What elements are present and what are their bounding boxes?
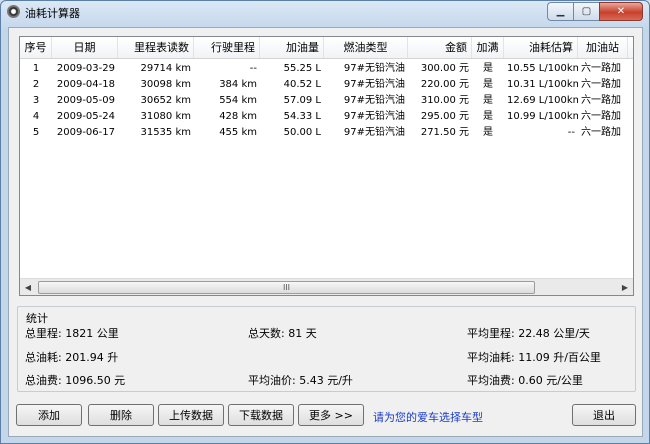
minimize-icon: ▁ [556, 6, 565, 17]
table-cell: 30652 km [140, 95, 191, 106]
table-cell: 2009-05-09 [56, 95, 115, 106]
table-cell: 六一路加 [581, 95, 621, 106]
column-header[interactable]: 金额 [408, 37, 472, 58]
column-header[interactable]: 加油量 [260, 37, 324, 58]
table-cell: 2009-04-18 [56, 79, 115, 90]
total-fuel: 总油耗: 201.94 升 [25, 351, 119, 364]
column-header[interactable]: 燃油类型 [324, 37, 408, 58]
table-cell: 4 [32, 111, 40, 122]
table-cell: 554 km [219, 95, 257, 106]
table-cell: -- [249, 63, 257, 74]
table-cell: 2009-06-17 [56, 127, 115, 138]
column-header[interactable]: 加满 [472, 37, 504, 58]
table-cell: 220.00 元 [420, 79, 469, 90]
table-cell: 97#无铅汽油 [343, 111, 405, 122]
total-days: 总天数: 81 天 [248, 327, 317, 340]
table-cell: 29714 km [140, 63, 191, 74]
table-cell: 5 [32, 127, 40, 138]
delete-button[interactable]: 删除 [88, 404, 154, 426]
table-cell: 384 km [219, 79, 257, 90]
table-cell: 是 [483, 127, 493, 138]
table-cell: 六一路加 [581, 63, 621, 74]
table-cell: 10.99 L/100km [507, 111, 578, 122]
add-button[interactable]: 添加 [16, 404, 82, 426]
table-cell: 428 km [219, 111, 257, 122]
horizontal-scrollbar[interactable]: ◀ III ▶ [20, 278, 633, 295]
table-cell: 271.50 元 [420, 127, 469, 138]
table-cell: 57.09 L [283, 95, 321, 106]
table-cell: 2009-05-24 [56, 111, 115, 122]
table-cell: 31080 km [140, 111, 191, 122]
table-cell: 10.55 L/100km [507, 63, 578, 74]
close-icon: ✕ [616, 6, 626, 17]
table-row[interactable]: 5 2009-06-17 31535 km 455 km 50.00 L 97#无铅汽油 2… [20, 125, 633, 141]
table-cell: 六一路加 [581, 111, 621, 122]
column-header[interactable]: 序号 [20, 37, 52, 58]
maximize-button[interactable]: ▢ [573, 2, 599, 21]
column-header[interactable]: 加油站 [578, 37, 628, 58]
table-cell: 是 [483, 63, 493, 74]
table-cell: 是 [483, 111, 493, 122]
table-cell: 30098 km [140, 79, 191, 90]
app-window: 油耗计算器 ▁ ▢ ✕ 序号 日期 里程表读数 行驶里程 加油量 燃油类型 金额 加满 油耗估算… [0, 0, 650, 444]
table-cell: 97#无铅汽油 [343, 63, 405, 74]
download-button[interactable]: 下载数据 [228, 404, 294, 426]
close-button[interactable]: ✕ [599, 2, 643, 21]
table-cell: 54.33 L [283, 111, 321, 122]
table-cell: 是 [483, 79, 493, 90]
table-cell: 2009-03-29 [56, 63, 115, 74]
table-cell: 455 km [219, 127, 257, 138]
stats-title: 统计 [26, 310, 48, 326]
scroll-right-icon[interactable]: ▶ [617, 279, 633, 295]
table-cell: 2 [32, 79, 40, 90]
table-cell: 300.00 元 [420, 63, 469, 74]
minimize-button[interactable]: ▁ [547, 2, 573, 21]
maximize-icon: ▢ [581, 6, 592, 17]
scroll-thumb[interactable]: III [38, 281, 535, 294]
table-cell: 295.00 元 [420, 111, 469, 122]
table-cell: 310.00 元 [420, 95, 469, 106]
more-button[interactable]: 更多 >> [298, 404, 364, 426]
app-icon [7, 5, 20, 18]
table-cell: 六一路加 [581, 127, 621, 138]
table-cell: 97#无铅汽油 [343, 95, 405, 106]
avg-mileage: 平均里程: 22.48 公里/天 [467, 327, 590, 340]
table-cell: -- [567, 127, 575, 138]
scroll-left-icon[interactable]: ◀ [20, 279, 36, 295]
avg-fuel: 平均油耗: 11.09 升/百公里 [467, 351, 601, 364]
table-cell: 12.69 L/100km [507, 95, 578, 106]
table-cell: 97#无铅汽油 [343, 79, 405, 90]
table-cell: 40.52 L [283, 79, 321, 90]
window-title: 油耗计算器 [25, 7, 80, 20]
table-row[interactable]: 3 2009-05-09 30652 km 554 km 57.09 L 97#无铅汽油 3… [20, 93, 633, 109]
list-header: 序号 日期 里程表读数 行驶里程 加油量 燃油类型 金额 加满 油耗估算 加油站 [20, 37, 633, 59]
total-mileage: 总里程: 1821 公里 [25, 327, 119, 340]
avg-cost: 平均油费: 0.60 元/公里 [467, 374, 583, 387]
table-cell: 1 [32, 63, 40, 74]
table-cell: 3 [32, 95, 40, 106]
table-cell: 六一路加 [581, 79, 621, 90]
table-cell: 50.00 L [283, 127, 321, 138]
total-cost: 总油费: 1096.50 元 [25, 374, 126, 387]
table-cell: 是 [483, 95, 493, 106]
title-bar[interactable]: 油耗计算器 ▁ ▢ ✕ [1, 1, 649, 23]
column-header[interactable]: 里程表读数 [118, 37, 194, 58]
column-header[interactable]: 油耗估算 [504, 37, 578, 58]
table-cell: 31535 km [140, 127, 191, 138]
table-row[interactable]: 1 2009-03-29 29714 km -- 55.25 L 97#无铅汽油 300.0… [20, 61, 633, 77]
record-list[interactable]: 序号 日期 里程表读数 行驶里程 加油量 燃油类型 金额 加满 油耗估算 加油站 1 2009-03… [19, 36, 634, 296]
table-cell: 97#无铅汽油 [343, 127, 405, 138]
column-header[interactable]: 行驶里程 [194, 37, 260, 58]
select-model-link[interactable]: 请为您的爱车选择车型 [373, 409, 483, 425]
table-cell: 10.31 L/100km [507, 79, 578, 90]
avg-price: 平均油价: 5.43 元/升 [248, 374, 353, 387]
exit-button[interactable]: 退出 [572, 404, 636, 426]
table-cell: 55.25 L [283, 63, 321, 74]
table-row[interactable]: 4 2009-05-24 31080 km 428 km 54.33 L 97#无铅汽油 2… [20, 109, 633, 125]
client-area: 序号 日期 里程表读数 行驶里程 加油量 燃油类型 金额 加满 油耗估算 加油站 1 2009-03… [8, 27, 643, 437]
upload-button[interactable]: 上传数据 [158, 404, 224, 426]
stats-group: 统计 总里程: 1821 公里 总天数: 81 天 平均里程: 22.48 公里… [17, 306, 636, 392]
table-row[interactable]: 2 2009-04-18 30098 km 384 km 40.52 L 97#无铅汽油 2… [20, 77, 633, 93]
column-header[interactable]: 日期 [52, 37, 118, 58]
